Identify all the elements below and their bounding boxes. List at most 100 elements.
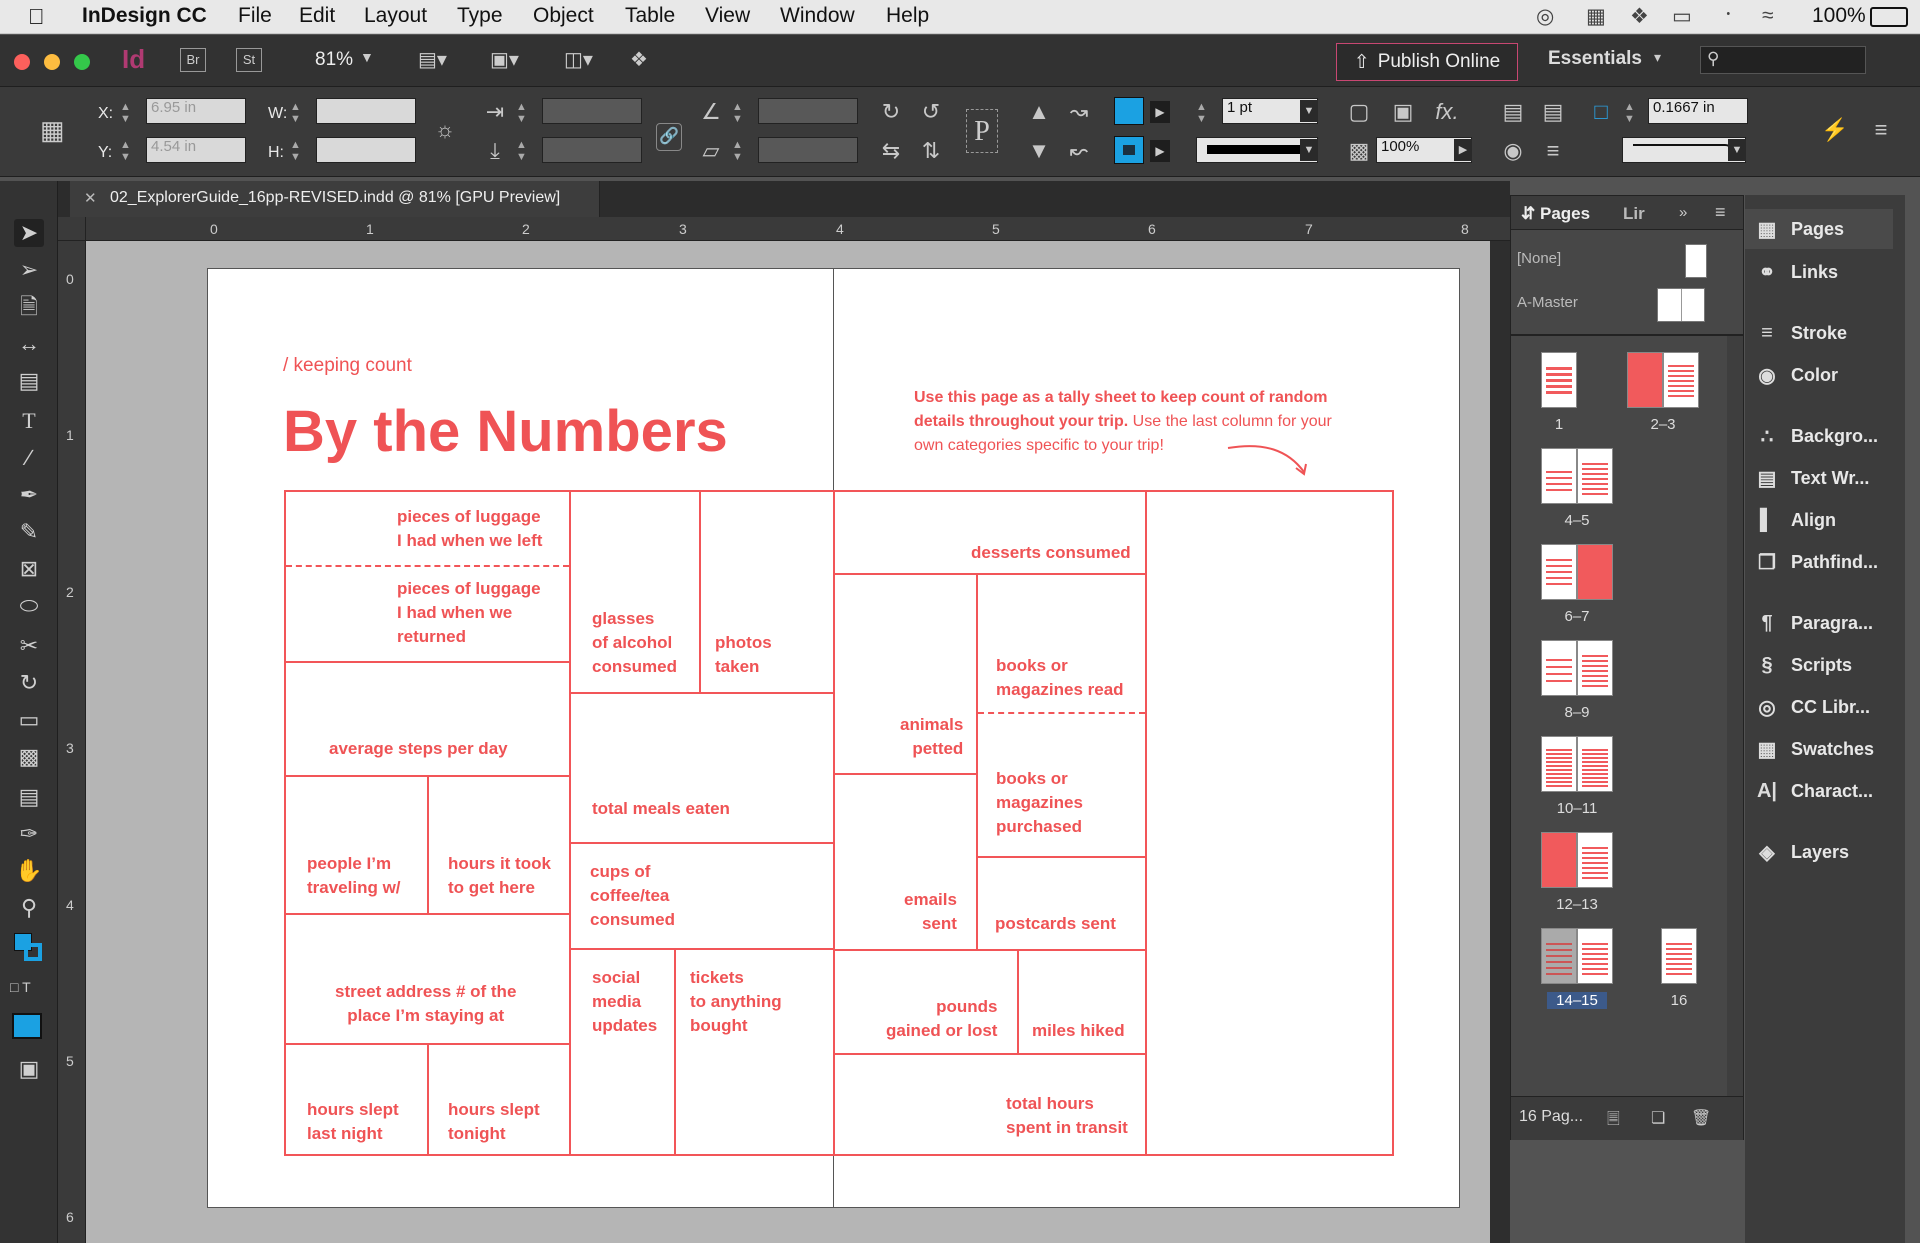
pen-tool-icon[interactable]: ✒ [14, 481, 44, 509]
dock-cc-libraries[interactable]: ◎ CC Libr... [1753, 688, 1870, 726]
eyedropper-tool-icon[interactable]: ✑ [14, 820, 44, 848]
page-thumb-16[interactable] [1661, 928, 1697, 984]
page-thumb-1[interactable] [1541, 352, 1577, 408]
offset-stepper[interactable]: ▲ ▼ [1624, 101, 1635, 125]
dock-character[interactable]: A| Charact... [1753, 772, 1873, 810]
w-stepper[interactable]: ▲ ▼ [290, 101, 301, 125]
scale-y-field[interactable] [542, 137, 642, 163]
fit-frame-icon[interactable]: □ [1586, 99, 1616, 125]
document-tab[interactable]: ✕ 02_ExplorerGuide_16pp-REVISED.indd @ 8… [70, 181, 600, 217]
page-thumb-9[interactable] [1577, 640, 1613, 696]
pencil-tool-icon[interactable]: ✎ [14, 518, 44, 546]
stock-button[interactable]: St [236, 48, 262, 72]
page-tool-icon[interactable]: 🗎 [14, 293, 44, 321]
text-wrap-bounding-icon[interactable]: ▤ [1538, 99, 1568, 125]
menu-view[interactable]: View [705, 4, 750, 28]
page-thumb-2[interactable] [1627, 352, 1663, 408]
publish-online-button[interactable]: ⇧ Publish Online [1336, 43, 1518, 81]
scale-y-stepper[interactable]: ▲ ▼ [516, 139, 527, 163]
dropbox-icon[interactable]: ❖ [1630, 4, 1649, 29]
stroke-weight-dropdown-icon[interactable]: ▼ [1300, 100, 1318, 122]
text-wrap-shape-icon[interactable]: ◉ [1498, 138, 1528, 164]
page-thumb-8[interactable] [1541, 640, 1577, 696]
text-wrap-jump-icon[interactable]: ≡ [1538, 138, 1568, 164]
menu-layout[interactable]: Layout [364, 4, 427, 28]
content-collector-icon[interactable]: ▤ [14, 367, 44, 395]
page-size-icon[interactable]: 🗏 [1607, 1108, 1620, 1135]
note-tool-icon[interactable]: ▤ [14, 783, 44, 811]
bluetooth-icon[interactable]: ᛫ [1722, 4, 1735, 28]
bridge-button[interactable]: Br [180, 48, 206, 72]
page-thumb-3[interactable] [1663, 352, 1699, 408]
maximize-window-button[interactable] [74, 54, 90, 70]
scale-x-field[interactable] [542, 98, 642, 124]
page-thumb-12[interactable] [1541, 832, 1577, 888]
menu-object[interactable]: Object [533, 4, 594, 28]
fx-icon[interactable]: fx. [1432, 99, 1462, 125]
page-thumb-5[interactable] [1577, 448, 1613, 504]
links-panel-tab[interactable]: Lir [1623, 204, 1645, 224]
page-thumb-6[interactable] [1541, 544, 1577, 600]
control-panel-menu-icon[interactable]: ≡ [1866, 117, 1896, 143]
link-scale-icon[interactable]: 🔗 [656, 123, 682, 151]
rotate-tool-icon[interactable]: ↻ [14, 669, 44, 697]
formatting-affects-container-icon[interactable]: □ T [10, 979, 31, 995]
page-thumb-15[interactable] [1577, 928, 1613, 984]
page-thumb-10[interactable] [1541, 736, 1577, 792]
rotate-counterclockwise-icon[interactable]: ↺ [916, 99, 946, 125]
flip-vertical-icon[interactable]: ⇅ [916, 138, 946, 164]
direct-selection-tool-icon[interactable]: ➢ [14, 256, 44, 284]
rectangle-frame-tool-icon[interactable]: ⊠ [14, 555, 44, 583]
arrange-documents-icon[interactable]: ◫▾ [564, 47, 593, 72]
workspace-switcher[interactable]: Essentials [1548, 48, 1642, 70]
page-thumb-14[interactable] [1541, 928, 1577, 984]
page-thumb-11[interactable] [1577, 736, 1613, 792]
none-master-thumbnail[interactable] [1685, 244, 1707, 278]
dock-pages[interactable]: ▦ Pages [1753, 210, 1845, 248]
gap-tool-icon[interactable]: ↔ [14, 330, 44, 358]
dock-swatches[interactable]: ▦ Swatches [1753, 730, 1875, 768]
dock-pathfinder[interactable]: ❐ Pathfind... [1753, 543, 1878, 581]
gradient-tool-icon[interactable]: ▭ [14, 706, 44, 734]
minimize-window-button[interactable] [44, 54, 60, 70]
cell-custom-column[interactable] [1145, 490, 1394, 1156]
workspace-dropdown-icon[interactable]: ▾ [1654, 49, 1661, 66]
dock-color[interactable]: ◉ Color [1753, 356, 1838, 394]
zoom-dropdown-icon[interactable]: ▼ [360, 49, 374, 65]
drop-shadow-icon[interactable]: ▢ [1344, 99, 1374, 125]
reference-point-icon[interactable]: ▦ [40, 115, 65, 146]
height-field[interactable] [316, 137, 416, 163]
flip-horizontal-icon[interactable]: ⇆ [876, 138, 906, 164]
dock-layers[interactable]: ◈ Layers [1753, 833, 1849, 871]
ruler-origin[interactable] [58, 217, 86, 241]
menu-help[interactable]: Help [886, 4, 929, 28]
ellipse-tool-icon[interactable]: ⬭ [14, 592, 44, 620]
zoom-level[interactable]: 81% [315, 49, 353, 71]
help-search-input[interactable]: ⚲ [1700, 46, 1866, 74]
a-master-label[interactable]: A-Master [1517, 294, 1578, 311]
scissors-tool-icon[interactable]: ✂ [14, 632, 44, 660]
panel-menu-icon[interactable]: ≡ [1715, 202, 1726, 223]
line-tool-icon[interactable]: ∕ [14, 444, 44, 472]
page-thumb-4[interactable] [1541, 448, 1577, 504]
menu-file[interactable]: File [238, 4, 272, 28]
gpu-performance-icon[interactable]: ❖ [630, 47, 648, 72]
panel-expand-icon[interactable]: » [1679, 204, 1687, 221]
menu-table[interactable]: Table [625, 4, 675, 28]
wifi-icon[interactable]: ≈ [1762, 4, 1774, 28]
dock-paragraph[interactable]: ¶ Paragra... [1753, 604, 1873, 642]
type-tool-icon[interactable]: T [14, 407, 44, 435]
a-master-thumbnail[interactable] [1657, 288, 1705, 322]
fill-swatch[interactable] [1114, 97, 1144, 125]
fill-menu-arrow[interactable]: ▶ [1150, 101, 1170, 123]
hand-tool-icon[interactable]: ✋ [14, 857, 44, 885]
stroke-swatch[interactable] [1114, 136, 1144, 164]
gradient-feather-tool-icon[interactable]: ▩ [14, 743, 44, 771]
select-previous-object-icon[interactable]: ↝ [1064, 99, 1094, 125]
text-wrap-none-icon[interactable]: ▤ [1498, 99, 1528, 125]
airplay-icon[interactable]: ▭ [1672, 4, 1692, 29]
dock-links[interactable]: ⚭ Links [1753, 253, 1838, 291]
h-stepper[interactable]: ▲ ▼ [290, 139, 301, 163]
quick-apply-icon[interactable]: ⚡ [1820, 117, 1850, 143]
dock-text-wrap[interactable]: ▤ Text Wr... [1753, 459, 1870, 497]
